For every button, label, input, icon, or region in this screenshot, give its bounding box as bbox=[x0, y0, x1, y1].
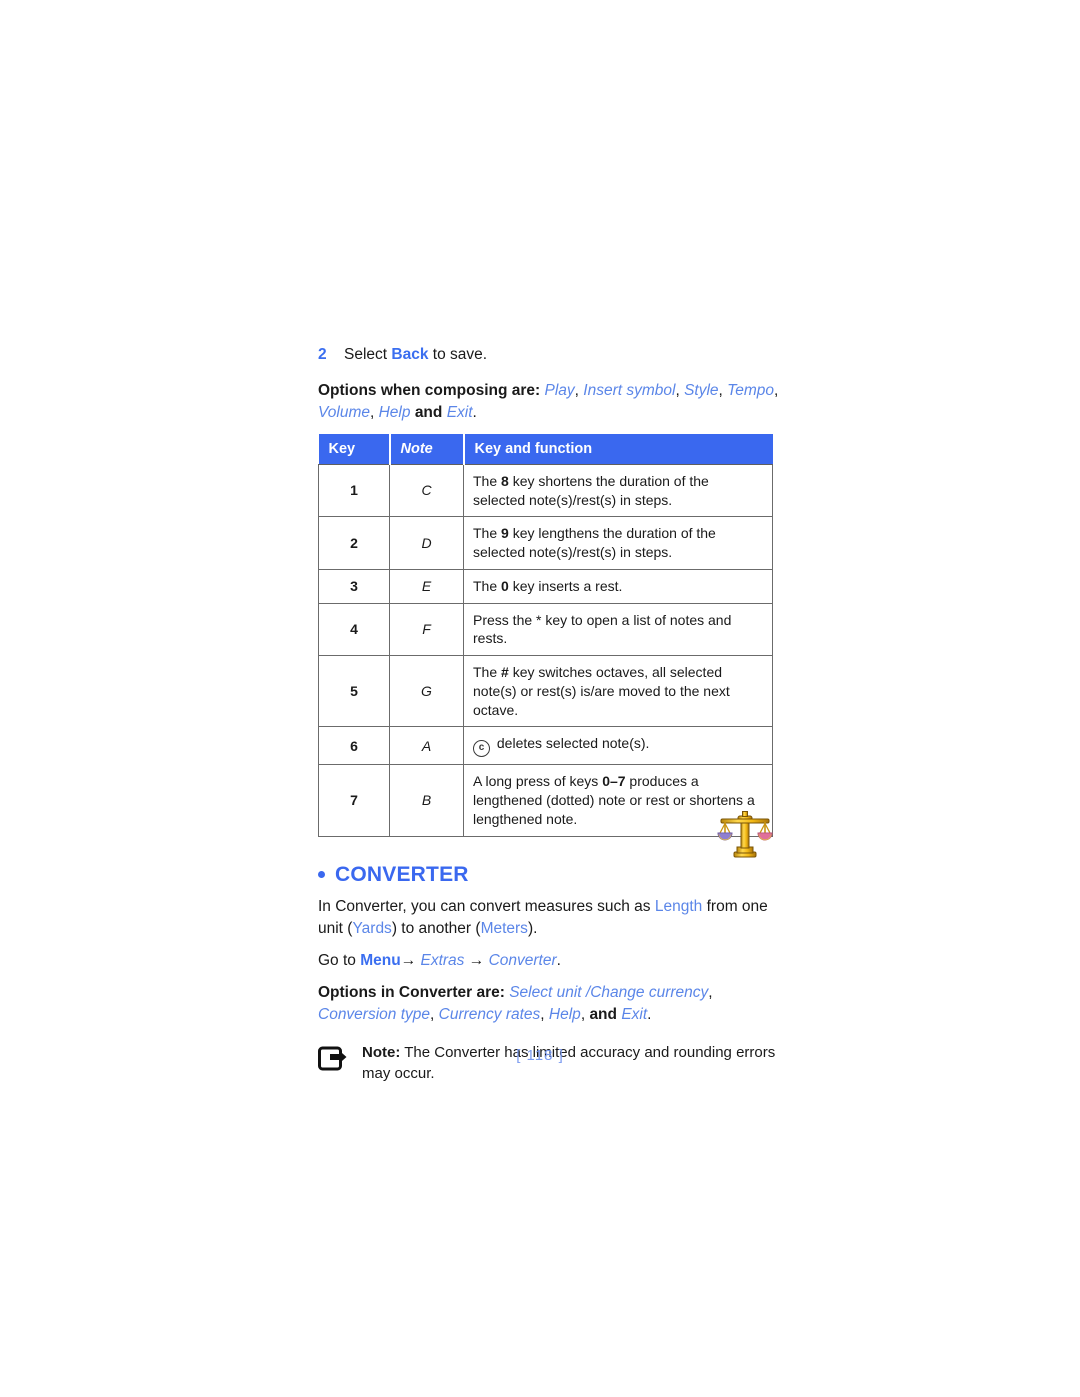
page-content: 2 Select Back to save. Options when comp… bbox=[318, 345, 788, 1084]
row-key: 5 bbox=[318, 655, 390, 728]
step-number: 2 bbox=[318, 346, 327, 363]
option-exit: Exit bbox=[621, 1005, 648, 1023]
row-note: E bbox=[389, 568, 464, 604]
fn-post: key lengthens the duration of the select… bbox=[473, 525, 716, 561]
fn-post: key inserts a rest. bbox=[508, 577, 623, 594]
option-currency-rates: Currency rates bbox=[438, 1005, 541, 1023]
page-number: [ 118 ] bbox=[516, 1047, 564, 1064]
options-composing-paragraph: Options when composing are: Play, Insert… bbox=[318, 381, 779, 421]
table-header-key: Key bbox=[318, 433, 391, 465]
table-row: 6 A c deletes selected note(s). bbox=[318, 726, 773, 766]
option-change-currency: Change currency bbox=[590, 983, 709, 1001]
fn-pre: The bbox=[473, 525, 502, 542]
table-row: 4 F Press the * key to open a list of no… bbox=[318, 602, 773, 657]
fn-pre: The bbox=[473, 577, 502, 594]
row-function: The 8 key shortens the duration of the s… bbox=[463, 463, 773, 518]
row-note: D bbox=[389, 516, 464, 570]
converter-section-heading: CONVERTER bbox=[318, 863, 788, 887]
table-header-function: Key and function bbox=[463, 433, 773, 465]
row-note: C bbox=[389, 463, 464, 518]
row-key: 3 bbox=[318, 568, 390, 604]
converter-options-label: Options in Converter are: bbox=[318, 983, 505, 1001]
step-text: Select Back to save. bbox=[344, 345, 487, 366]
step-keyword: Back bbox=[391, 346, 429, 363]
arrow-right-icon: → bbox=[400, 951, 417, 969]
option-play: Play bbox=[544, 381, 575, 399]
row-key: 2 bbox=[318, 516, 390, 570]
converter-options-paragraph: Options in Converter are: Select unit /C… bbox=[318, 983, 713, 1023]
fn-key: 0 bbox=[501, 577, 509, 594]
option-tempo: Tempo bbox=[727, 381, 774, 399]
converter-body-mid2: ) to another ( bbox=[391, 919, 481, 937]
row-function: The 9 key lengthens the duration of the … bbox=[463, 516, 773, 570]
row-function: The 0 key inserts a rest. bbox=[463, 568, 773, 604]
balance-scale-icon bbox=[714, 808, 776, 860]
fn-key: 0–7 bbox=[602, 773, 626, 790]
options-composing-label: Options when composing are: bbox=[318, 381, 541, 399]
unit-yards: Yards bbox=[352, 919, 392, 937]
clear-key-icon: c bbox=[473, 740, 490, 758]
path-menu: Menu bbox=[360, 951, 401, 969]
fn-post: key shortens the duration of the selecte… bbox=[473, 472, 709, 508]
fn-pre: A long press of keys bbox=[473, 773, 603, 790]
table-header-row: Key Note Key and function bbox=[318, 433, 773, 465]
table-row: 1 C The 8 key shortens the duration of t… bbox=[318, 463, 773, 518]
fn-key: 9 bbox=[501, 525, 509, 542]
fn-pre: The bbox=[473, 664, 502, 681]
path-prefix: Go to bbox=[318, 951, 361, 969]
table-row: 7 B A long press of keys 0–7 produces a … bbox=[318, 764, 773, 837]
row-key: 4 bbox=[318, 602, 390, 657]
row-function: The # key switches octaves, all selected… bbox=[463, 655, 773, 728]
converter-body-pre: In Converter, you can convert measures s… bbox=[318, 897, 655, 915]
fn-pre: Press the * key to open a list of notes … bbox=[473, 611, 732, 647]
row-key: 1 bbox=[318, 463, 390, 518]
option-help: Help bbox=[548, 1005, 581, 1023]
row-note: F bbox=[389, 602, 464, 657]
path-extras: Extras bbox=[420, 951, 465, 969]
key-function-table: Key Note Key and function 1 C The 8 key … bbox=[318, 433, 773, 837]
step-prefix: Select bbox=[344, 346, 392, 363]
row-function: c deletes selected note(s). bbox=[463, 726, 773, 766]
document-page: 2 Select Back to save. Options when comp… bbox=[0, 0, 1080, 1397]
option-insert-symbol: Insert symbol bbox=[583, 381, 676, 399]
option-select-unit: Select unit bbox=[509, 983, 582, 1001]
bullet-icon bbox=[318, 871, 325, 879]
row-note: G bbox=[389, 655, 464, 728]
option-help: Help bbox=[378, 403, 411, 421]
converter-menu-path: Go to Menu→ Extras → Converter. bbox=[318, 950, 788, 972]
table-row: 3 E The 0 key inserts a rest. bbox=[318, 568, 773, 604]
options-composing-conjunction: and bbox=[414, 403, 443, 421]
fn-key: # bbox=[501, 664, 509, 681]
path-converter: Converter bbox=[488, 951, 557, 969]
section-title: CONVERTER bbox=[335, 862, 469, 886]
option-style: Style bbox=[684, 381, 719, 399]
table-row: 5 G The # key switches octaves, all sele… bbox=[318, 655, 773, 728]
table-row: 2 D The 9 key lengthens the duration of … bbox=[318, 516, 773, 570]
path-end: . bbox=[556, 951, 561, 969]
converter-body-end: ). bbox=[527, 919, 538, 937]
option-conversion-type: Conversion type bbox=[318, 1005, 431, 1023]
unit-meters: Meters bbox=[480, 919, 528, 937]
step-item: 2 Select Back to save. bbox=[318, 345, 788, 366]
fn-key: 8 bbox=[501, 472, 509, 489]
row-key: 7 bbox=[318, 764, 390, 837]
converter-options-conjunction: and bbox=[589, 1005, 617, 1023]
measure-length: Length bbox=[654, 897, 703, 915]
row-note: A bbox=[389, 726, 464, 766]
row-key: 6 bbox=[318, 726, 390, 766]
fn-pre: The bbox=[473, 472, 502, 489]
table-header-note: Note bbox=[389, 433, 465, 465]
converter-description: In Converter, you can convert measures s… bbox=[318, 896, 788, 940]
fn-post: key switches octaves, all selected note(… bbox=[473, 664, 730, 718]
row-function: Press the * key to open a list of notes … bbox=[463, 602, 773, 657]
option-exit: Exit bbox=[446, 403, 473, 421]
row-note: B bbox=[389, 764, 464, 837]
fn-post: deletes selected note(s). bbox=[493, 735, 650, 752]
arrow-right-icon-2: → bbox=[468, 951, 485, 969]
option-volume: Volume bbox=[318, 403, 370, 421]
step-suffix: to save. bbox=[428, 346, 488, 363]
